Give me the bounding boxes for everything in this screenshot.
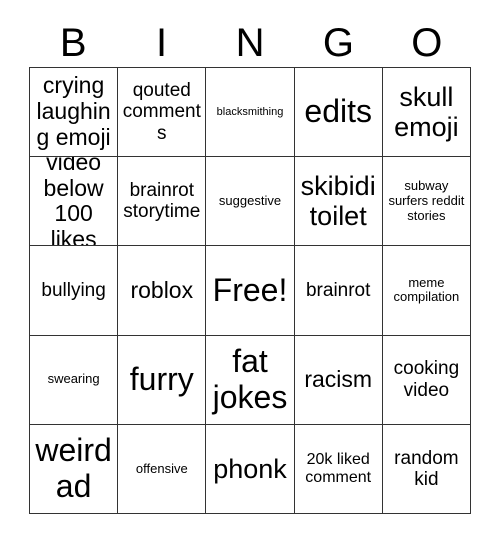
bingo-grid: crying laughing emoji qouted comments bl… xyxy=(29,67,471,514)
bingo-cell-label: meme compilation xyxy=(393,274,460,305)
bingo-cell-free-space[interactable]: Free! xyxy=(206,246,295,336)
bingo-cell-n4[interactable]: fat jokes xyxy=(206,335,295,425)
bingo-cell-label: edits xyxy=(304,93,372,130)
header-letter-n: N xyxy=(235,20,265,65)
header-letter-o: O xyxy=(411,20,443,65)
bingo-cell-i1[interactable]: qouted comments xyxy=(118,68,207,158)
bingo-cell-g1[interactable]: edits xyxy=(294,68,383,158)
header-letter-i: I xyxy=(156,20,168,65)
bingo-cell-label: brainrot storytime xyxy=(123,180,201,223)
bingo-cell-label: furry xyxy=(129,360,194,397)
bingo-cell-o3[interactable]: meme compilation xyxy=(382,246,471,336)
bingo-cell-label: random kid xyxy=(394,447,459,490)
bingo-cell-label: fat jokes xyxy=(212,342,288,415)
bingo-cell-o2[interactable]: subway surfers reddit stories xyxy=(382,157,471,247)
bingo-cell-b3[interactable]: bullying xyxy=(30,246,119,336)
bingo-cell-label: 20k liked comment xyxy=(305,450,372,486)
bingo-cell-label: cooking video xyxy=(393,358,460,401)
bingo-cell-b4[interactable]: swearing xyxy=(30,335,119,425)
bingo-cell-label: brainrot xyxy=(305,279,371,301)
bingo-card: B I N G O crying laughing emoji qouted c… xyxy=(0,0,500,544)
bingo-cell-n2[interactable]: suggestive xyxy=(206,157,295,247)
bingo-cell-b1[interactable]: crying laughing emoji xyxy=(30,68,119,158)
bingo-cell-label: crying laughing emoji xyxy=(36,72,111,150)
bingo-cell-label: skibidi toilet xyxy=(300,171,376,232)
bingo-cell-label: roblox xyxy=(130,276,194,303)
bingo-cell-g5[interactable]: 20k liked comment xyxy=(294,424,383,514)
bingo-cell-label: suggestive xyxy=(218,193,282,209)
bingo-cell-label: phonk xyxy=(213,453,287,484)
free-space-label: Free! xyxy=(212,271,288,308)
bingo-cell-o4[interactable]: cooking video xyxy=(382,335,471,425)
bingo-cell-g3[interactable]: brainrot xyxy=(294,246,383,336)
bingo-cell-label: skull emoji xyxy=(394,81,459,143)
bingo-cell-label: blacksmithing xyxy=(216,105,284,118)
bingo-cell-label: racism xyxy=(304,365,373,392)
header-letter-b: B xyxy=(59,20,87,65)
bingo-cell-i4[interactable]: furry xyxy=(118,335,207,425)
bingo-cell-b2[interactable]: video below 100 likes xyxy=(30,157,119,247)
bingo-cell-o1[interactable]: skull emoji xyxy=(382,68,471,158)
bingo-cell-i3[interactable]: roblox xyxy=(118,246,207,336)
bingo-cell-label: subway surfers reddit stories xyxy=(388,178,465,223)
bingo-cell-n1[interactable]: blacksmithing xyxy=(206,68,295,158)
bingo-cell-i2[interactable]: brainrot storytime xyxy=(118,157,207,247)
bingo-cell-b5[interactable]: weird ad xyxy=(30,424,119,514)
bingo-cell-g4[interactable]: racism xyxy=(294,335,383,425)
bingo-cell-o5[interactable]: random kid xyxy=(382,424,471,514)
bingo-cell-g2[interactable]: skibidi toilet xyxy=(294,157,383,247)
bingo-header: B I N G O xyxy=(29,18,471,67)
bingo-cell-label: weird ad xyxy=(35,432,112,504)
bingo-cell-i5[interactable]: offensive xyxy=(118,424,207,514)
bingo-cell-n5[interactable]: phonk xyxy=(206,424,295,514)
bingo-cell-label: swearing xyxy=(47,371,100,387)
bingo-cell-label: video below 100 likes xyxy=(43,157,104,247)
bingo-cell-label: offensive xyxy=(135,460,188,476)
header-letter-g: G xyxy=(322,20,354,65)
bingo-cell-label: bullying xyxy=(41,279,106,301)
bingo-cell-label: qouted comments xyxy=(122,80,201,144)
